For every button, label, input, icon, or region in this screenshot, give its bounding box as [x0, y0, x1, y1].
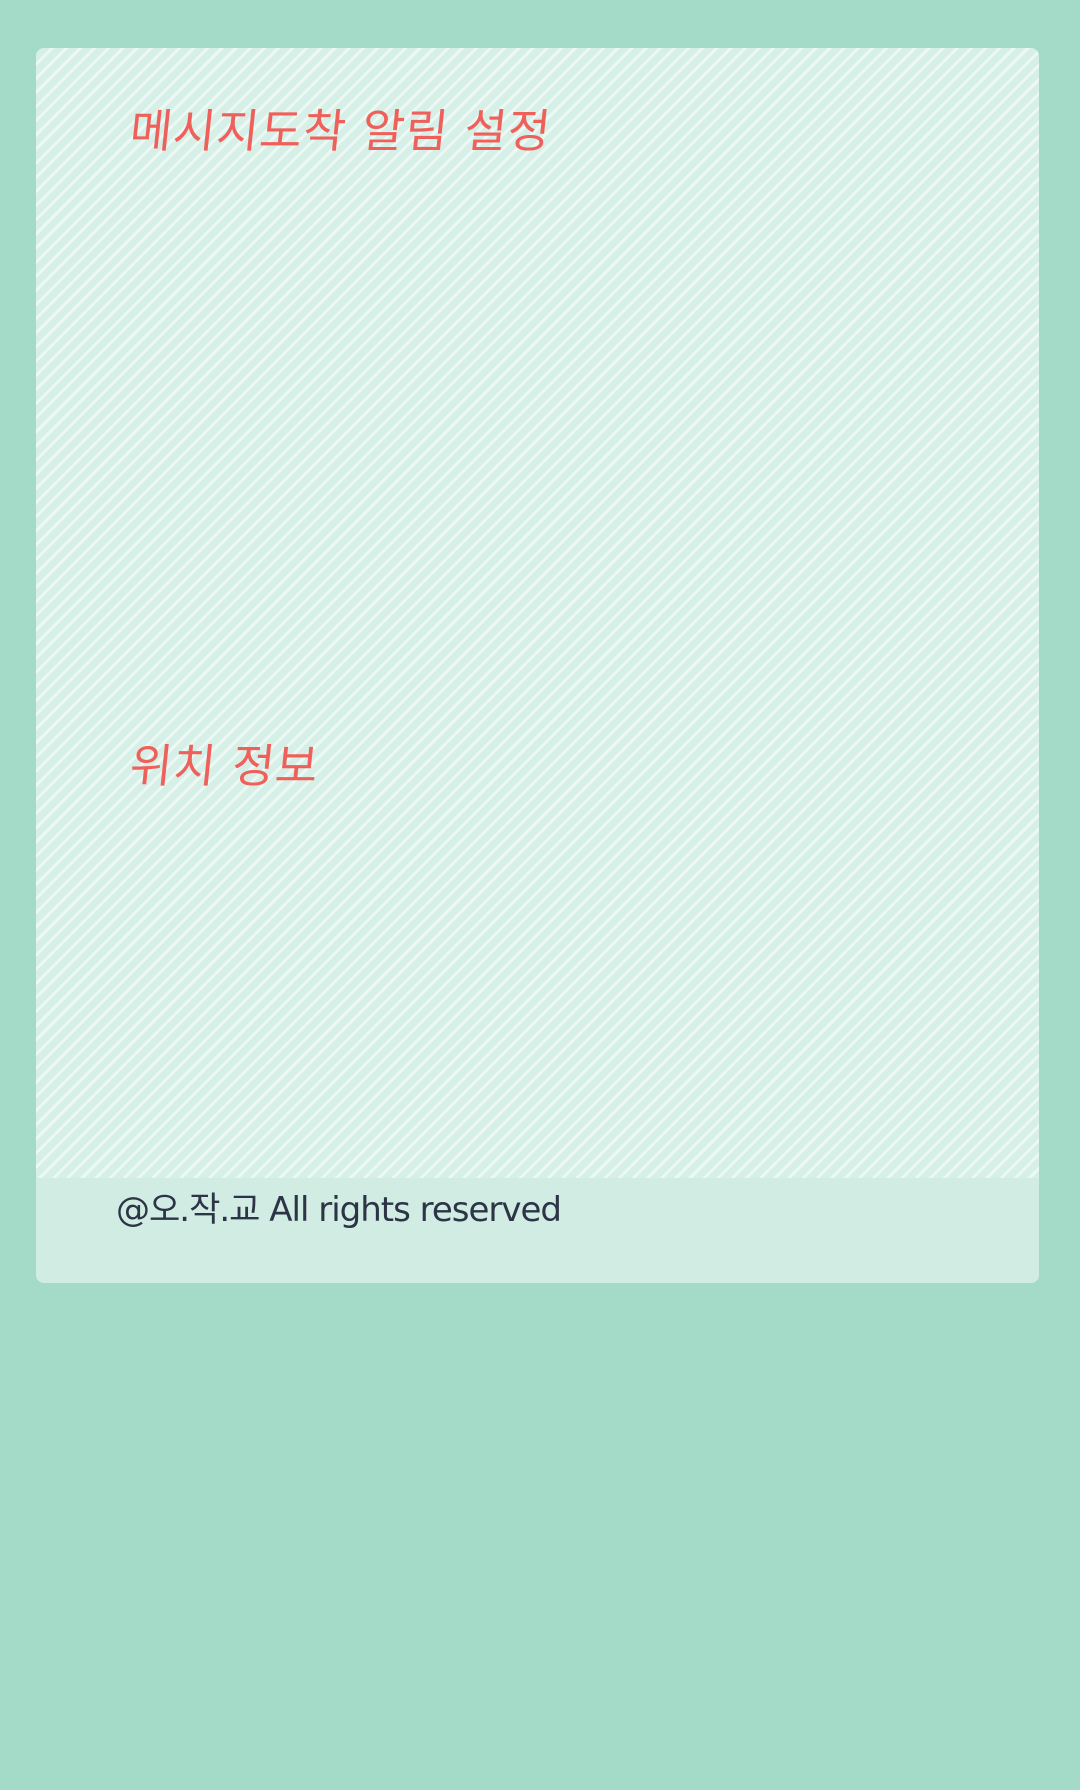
settings-panel: 메시지도착 알림 설정 위치 정보	[36, 48, 1039, 1178]
location-info-section	[130, 813, 950, 1153]
notification-settings-title: 메시지도착 알림 설정	[127, 104, 554, 158]
settings-card: 메시지도착 알림 설정 위치 정보 @오.작.교 All rights rese…	[36, 48, 1039, 1283]
copyright-text: @오.작.교 All rights reserved	[116, 1190, 562, 1230]
footer: @오.작.교 All rights reserved	[36, 1178, 1039, 1283]
notification-settings-section	[130, 178, 950, 698]
location-info-title: 위치 정보	[127, 739, 322, 793]
